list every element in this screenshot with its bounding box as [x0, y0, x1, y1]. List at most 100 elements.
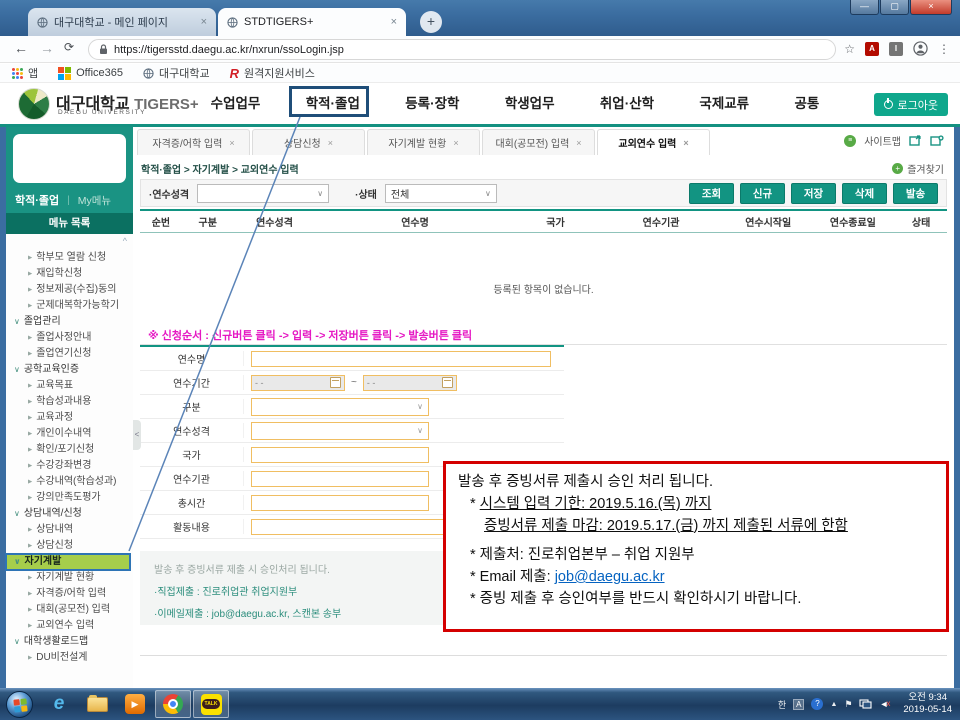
sidebar-item[interactable]: ▶학습성과내용: [6, 394, 133, 410]
sidebar-item[interactable]: ▶학부모 열람 신청: [6, 250, 133, 266]
content-tab-counseling[interactable]: 상담신청×: [252, 129, 365, 155]
taskbar-ie-icon[interactable]: e: [41, 690, 77, 718]
start-date-input[interactable]: - -: [251, 375, 345, 391]
sidebar-item[interactable]: ▶자기계발 현황: [6, 570, 133, 586]
maximize-button[interactable]: ▢: [880, 0, 909, 15]
forward-button[interactable]: →: [40, 40, 54, 56]
country-input[interactable]: [251, 447, 429, 463]
sidebar-item[interactable]: ▶개인이수내역: [6, 426, 133, 442]
nav-item-international[interactable]: 국제교류: [699, 92, 749, 112]
nav-item-common[interactable]: 공통: [794, 92, 819, 112]
total-hours-input[interactable]: [251, 495, 429, 511]
content-tab-certificates[interactable]: 자격증/어학 입력×: [137, 129, 250, 155]
bookmark-remote-support[interactable]: R 원격지원서비스: [230, 65, 315, 81]
sidebar-item[interactable]: ▶수강내역(학습성과): [6, 474, 133, 490]
type-select[interactable]: ∨: [251, 398, 429, 416]
add-favorite-link[interactable]: + 즐겨찾기: [892, 161, 944, 176]
browser-tab-daegu-main[interactable]: 대구대학교 - 메인 페이지 ×: [28, 8, 216, 36]
network-display-icon[interactable]: [859, 699, 872, 709]
sidebar-item[interactable]: ▶군제대복학가능학기: [6, 298, 133, 314]
action-center-flag-icon[interactable]: ⚑: [844, 699, 852, 710]
taskbar-kakaotalk-icon[interactable]: TALK: [193, 690, 229, 718]
taskbar-clock[interactable]: 오전 9:34 2019-05-14: [899, 692, 952, 717]
sidebar-item[interactable]: ▶수강강좌변경: [6, 458, 133, 474]
tab-close-icon[interactable]: ×: [201, 16, 207, 28]
bookmark-star-icon[interactable]: ☆: [844, 42, 855, 56]
filter-status-select[interactable]: 전체∨: [385, 184, 497, 203]
sitemap-link[interactable]: 사이트맵: [864, 133, 901, 148]
taskbar-chrome-icon[interactable]: [155, 690, 191, 718]
bookmark-office365[interactable]: Office365: [58, 67, 123, 80]
email-link[interactable]: job@daegu.ac.kr: [555, 569, 665, 585]
sidebar-group[interactable]: ∨졸업관리: [6, 314, 133, 330]
taskbar-explorer-icon[interactable]: [79, 690, 115, 718]
calendar-icon[interactable]: [442, 377, 453, 388]
address-bar[interactable]: https://tigersstd.daegu.ac.kr/nxrun/ssoL…: [88, 39, 836, 60]
sidebar-collapse-handle[interactable]: <: [133, 420, 141, 450]
training-name-input[interactable]: [251, 351, 551, 367]
browser-menu-icon[interactable]: ⋮: [938, 42, 950, 56]
minimize-button[interactable]: —: [850, 0, 879, 15]
sidebar-item-off-campus-training[interactable]: ▶교외연수 입력: [6, 618, 133, 634]
content-tab-self-dev-status[interactable]: 자기계발 현황×: [367, 129, 480, 155]
sidebar-item[interactable]: ▶상담신청: [6, 538, 133, 554]
profile-avatar-icon[interactable]: [913, 41, 928, 56]
browser-tab-stdtigers[interactable]: STDTIGERS+ ×: [218, 8, 406, 36]
taskbar-media-player-icon[interactable]: ▶: [117, 690, 153, 718]
tab-close-icon[interactable]: ×: [391, 16, 397, 28]
content-tab-contest[interactable]: 대회(공모전) 입력×: [482, 129, 595, 155]
tab-close-icon[interactable]: ×: [683, 138, 688, 148]
sidebar-group[interactable]: ∨공학교육인증: [6, 362, 133, 378]
nav-item-student-affairs[interactable]: 학생업무: [505, 92, 555, 112]
nav-item-classes[interactable]: 수업업무: [211, 92, 261, 112]
tray-expand-icon[interactable]: ▲: [830, 701, 837, 708]
reload-button[interactable]: ⟳: [64, 40, 74, 54]
ime-mode-icon[interactable]: A: [793, 699, 804, 710]
new-button[interactable]: 신규: [740, 183, 785, 204]
training-nature-select[interactable]: ∨: [251, 422, 429, 440]
sidebar-tab-records[interactable]: 학적·졸업: [15, 192, 59, 208]
tab-close-icon[interactable]: ×: [576, 138, 581, 148]
content-tab-off-campus-training[interactable]: 교외연수 입력×: [597, 129, 710, 155]
sidebar-item[interactable]: ▶정보제공(수집)동의: [6, 282, 133, 298]
start-button[interactable]: [6, 691, 33, 718]
nav-item-employment[interactable]: 취업·산학: [600, 92, 654, 112]
sidebar-item[interactable]: ▶자격증/어학 입력: [6, 586, 133, 602]
new-tab-button[interactable]: +: [420, 11, 442, 33]
sidebar-item[interactable]: ▶확인/포기신청: [6, 442, 133, 458]
menu-collapse-caret-icon[interactable]: ^: [123, 236, 127, 246]
tab-close-icon[interactable]: ×: [328, 138, 333, 148]
sidebar-item-self-development[interactable]: ∨자기계발: [6, 554, 130, 570]
sidebar-tab-mymenu[interactable]: My메뉴: [78, 193, 111, 208]
sidebar-group[interactable]: ∨상담내역/신청: [6, 506, 133, 522]
tab-close-icon[interactable]: ×: [453, 138, 458, 148]
sidebar-item[interactable]: ▶강의만족도평가: [6, 490, 133, 506]
sidebar-item[interactable]: ▶졸업사정안내: [6, 330, 133, 346]
volume-muted-icon[interactable]: ◄x: [879, 699, 892, 709]
nav-item-registration-scholarship[interactable]: 등록·장학: [405, 92, 459, 112]
end-date-input[interactable]: - -: [363, 375, 457, 391]
extension-icon[interactable]: I: [889, 42, 903, 56]
ime-korean-icon[interactable]: 한: [778, 698, 786, 711]
sidebar-item[interactable]: ▶DU비전설계: [6, 650, 133, 666]
filter-training-type-select[interactable]: ∨: [197, 184, 329, 203]
back-button[interactable]: ←: [14, 40, 28, 56]
bookmark-daegu-univ[interactable]: 대구대학교: [143, 65, 210, 81]
pdf-extension-icon[interactable]: A: [865, 42, 879, 56]
help-tray-icon[interactable]: ?: [811, 698, 823, 710]
institution-input[interactable]: [251, 471, 429, 487]
close-button[interactable]: ×: [910, 0, 952, 15]
popup-window-icon[interactable]: [909, 135, 922, 146]
calendar-icon[interactable]: [330, 377, 341, 388]
close-window-icon[interactable]: [930, 135, 944, 146]
tab-close-icon[interactable]: ×: [229, 138, 234, 148]
search-button[interactable]: 조회: [689, 183, 734, 204]
sidebar-item[interactable]: ▶대회(공모전) 입력: [6, 602, 133, 618]
send-button[interactable]: 발송: [893, 183, 938, 204]
sidebar-item[interactable]: ▶졸업연기신청: [6, 346, 133, 362]
delete-button[interactable]: 삭제: [842, 183, 887, 204]
sidebar-item[interactable]: ▶재입학신청: [6, 266, 133, 282]
sidebar-item[interactable]: ▶상담내역: [6, 522, 133, 538]
sidebar-item[interactable]: ▶교육목표: [6, 378, 133, 394]
sidebar-group[interactable]: ∨대학생활로드맵: [6, 634, 133, 650]
